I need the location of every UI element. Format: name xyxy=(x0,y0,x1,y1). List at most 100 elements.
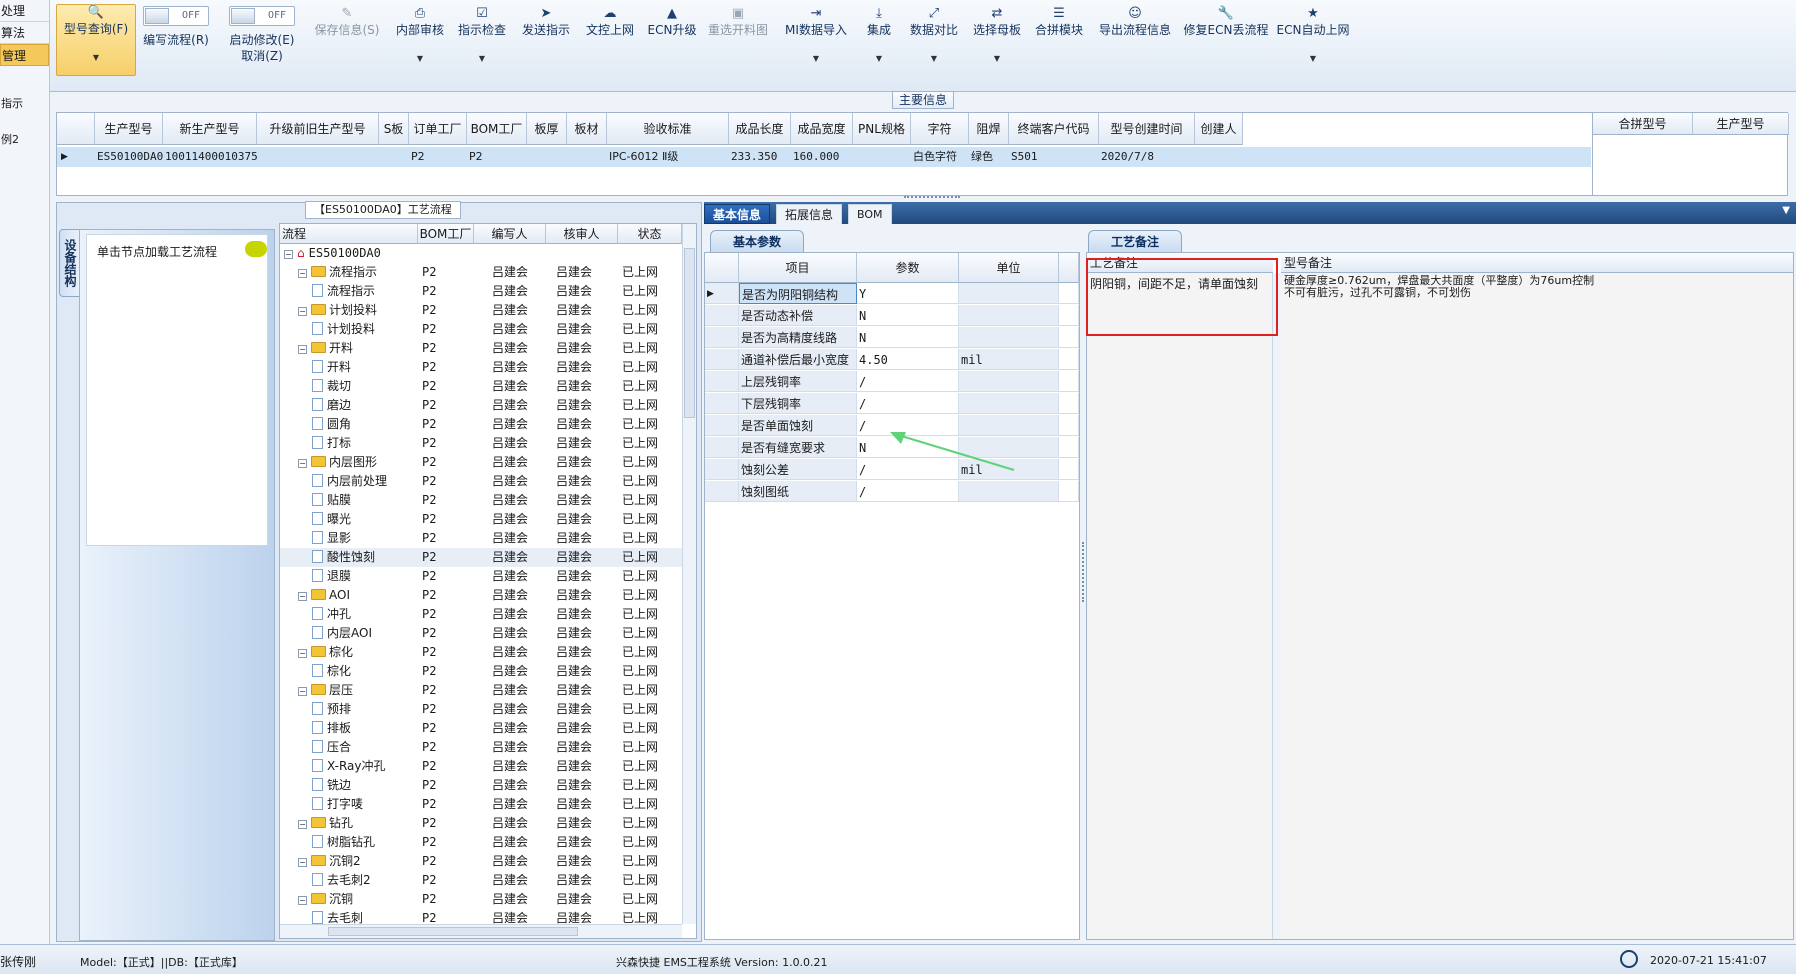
left-nav-sub-instruction[interactable]: 指示 xyxy=(0,96,49,112)
column-header-7[interactable]: 板材 xyxy=(567,113,607,145)
merge-module-button[interactable]: ☰ 合拼模块 xyxy=(1030,6,1088,76)
tab-menu-chevron-icon[interactable]: ▼ xyxy=(1782,205,1790,216)
collapse-icon[interactable]: − xyxy=(298,687,307,696)
param-unit-header[interactable]: 单位 xyxy=(959,253,1059,283)
tree-row[interactable]: 酸性蚀刻 P2 吕建会 吕建会 已上网 xyxy=(280,548,682,567)
model-note-text[interactable]: 硬金厚度≥0.762um，焊盘最大共面度（平整度）为76um控制 不可有脏污，过… xyxy=(1284,275,1784,299)
tree-row[interactable]: X-Ray冲孔 P2 吕建会 吕建会 已上网 xyxy=(280,757,682,776)
main-cell-7[interactable] xyxy=(567,147,607,167)
main-cell-4[interactable]: P2 xyxy=(409,147,467,167)
column-header-1[interactable]: 新生产型号 xyxy=(163,113,257,145)
column-header-6[interactable]: 板厚 xyxy=(527,113,567,145)
main-cell-1[interactable]: 10011400010375 xyxy=(163,147,257,167)
column-header-13[interactable]: 阻焊 xyxy=(969,113,1009,145)
tree-row[interactable]: 内层前处理 P2 吕建会 吕建会 已上网 xyxy=(280,472,682,491)
reviewer-header[interactable]: 核审人 xyxy=(546,224,618,244)
reselect-image-button[interactable]: ▣ 重选开料图 xyxy=(702,6,774,76)
collapse-icon[interactable]: − xyxy=(298,345,307,354)
main-cell-0[interactable]: ES50100DA0 xyxy=(95,147,163,167)
tree-row[interactable]: 去毛刺2 P2 吕建会 吕建会 已上网 xyxy=(280,871,682,890)
tree-hscroll-thumb[interactable] xyxy=(328,927,578,936)
writer-header[interactable]: 编写人 xyxy=(474,224,546,244)
save-info-button[interactable]: ✎ 保存信息(S) xyxy=(308,6,386,76)
tree-row[interactable]: 打字唛 P2 吕建会 吕建会 已上网 xyxy=(280,795,682,814)
tree-row[interactable]: 贴膜 P2 吕建会 吕建会 已上网 xyxy=(280,491,682,510)
left-nav-item-process[interactable]: 处理 xyxy=(0,0,49,22)
param-row[interactable]: 是否动态补偿 N xyxy=(705,305,1079,327)
tree-horizontal-scrollbar[interactable] xyxy=(280,924,682,938)
main-cell-16[interactable] xyxy=(1195,147,1243,167)
left-nav-sub-example[interactable]: 例2 xyxy=(0,132,49,148)
main-cell-9[interactable]: 233.350 xyxy=(729,147,791,167)
main-cell-5[interactable]: P2 xyxy=(467,147,527,167)
tree-row[interactable]: − ⌂ ES50100DA0 xyxy=(280,244,682,263)
collapse-icon[interactable]: − xyxy=(298,649,307,658)
tree-row[interactable]: 内层AOI P2 吕建会 吕建会 已上网 xyxy=(280,624,682,643)
tree-row[interactable]: − 棕化 P2 吕建会 吕建会 已上网 xyxy=(280,643,682,662)
tree-row[interactable]: 预排 P2 吕建会 吕建会 已上网 xyxy=(280,700,682,719)
bom-factory-header[interactable]: BOM工厂 xyxy=(418,224,474,244)
param-value[interactable]: N xyxy=(857,305,959,326)
collapse-icon[interactable]: − xyxy=(298,269,307,278)
param-row[interactable]: 上层残铜率 / xyxy=(705,371,1079,393)
flow-header[interactable]: 流程 xyxy=(280,224,418,244)
param-value[interactable]: N xyxy=(857,327,959,348)
tree-row[interactable]: − 钻孔 P2 吕建会 吕建会 已上网 xyxy=(280,814,682,833)
param-row[interactable]: 通道补偿后最小宽度 4.50 mil xyxy=(705,349,1079,371)
cancel-button[interactable]: 取消(Z) xyxy=(220,48,304,64)
param-row[interactable]: 下层残铜率 / xyxy=(705,393,1079,415)
production-model-header[interactable]: 生产型号 xyxy=(1693,113,1789,135)
tab-bom[interactable]: BOM xyxy=(848,204,892,224)
tree-row[interactable]: 打标 P2 吕建会 吕建会 已上网 xyxy=(280,434,682,453)
main-cell-12[interactable]: 白色字符 xyxy=(911,147,969,167)
tree-vertical-scrollbar[interactable] xyxy=(682,224,696,924)
ecn-upgrade-button[interactable]: ▲ ECN升级 xyxy=(644,6,700,76)
column-header-14[interactable]: 终端客户代码 xyxy=(1009,113,1099,145)
tree-row[interactable]: − 流程指示 P2 吕建会 吕建会 已上网 xyxy=(280,263,682,282)
column-header-16[interactable]: 创建人 xyxy=(1195,113,1243,145)
collapse-icon[interactable]: − xyxy=(298,307,307,316)
tree-row[interactable]: 开料 P2 吕建会 吕建会 已上网 xyxy=(280,358,682,377)
collapse-icon[interactable]: − xyxy=(298,896,307,905)
equipment-structure-tab[interactable]: 设备结构 xyxy=(59,229,81,297)
param-row[interactable]: 蚀刻图纸 / xyxy=(705,481,1079,503)
tree-row[interactable]: − 计划投料 P2 吕建会 吕建会 已上网 xyxy=(280,301,682,320)
ecn-auto-upload-button[interactable]: ★ ECN自动上网 ▼ xyxy=(1276,6,1350,76)
tree-row[interactable]: − 沉铜2 P2 吕建会 吕建会 已上网 xyxy=(280,852,682,871)
data-compare-button[interactable]: ⤢ 数据对比 ▼ xyxy=(904,6,964,76)
export-flow-button[interactable]: ☺ 导出流程信息 xyxy=(1092,6,1178,76)
main-cell-2[interactable] xyxy=(257,147,379,167)
tree-row[interactable]: 棕化 P2 吕建会 吕建会 已上网 xyxy=(280,662,682,681)
column-header-11[interactable]: PNL规格 xyxy=(853,113,911,145)
main-cell-11[interactable] xyxy=(853,147,911,167)
param-value[interactable]: Y xyxy=(857,283,959,304)
column-header-8[interactable]: 验收标准 xyxy=(607,113,729,145)
tree-row[interactable]: 裁切 P2 吕建会 吕建会 已上网 xyxy=(280,377,682,396)
instruction-check-button[interactable]: ☑ 指示检查 ▼ xyxy=(452,6,512,76)
tab-extended-info[interactable]: 拓展信息 xyxy=(776,204,843,224)
tree-row[interactable]: 树脂钻孔 P2 吕建会 吕建会 已上网 xyxy=(280,833,682,852)
main-cell-8[interactable]: IPC-6012 Ⅱ级 xyxy=(607,147,729,167)
main-cell-6[interactable] xyxy=(527,147,567,167)
column-header-15[interactable]: 型号创建时间 xyxy=(1099,113,1195,145)
collapse-icon[interactable]: − xyxy=(298,592,307,601)
start-modify-switch[interactable]: OFF xyxy=(229,6,295,26)
splitter-handle[interactable] xyxy=(904,196,960,200)
tree-row[interactable]: − AOI P2 吕建会 吕建会 已上网 xyxy=(280,586,682,605)
tree-row[interactable]: 铣边 P2 吕建会 吕建会 已上网 xyxy=(280,776,682,795)
repair-ecn-button[interactable]: 🔧 修复ECN丢流程 xyxy=(1180,6,1272,76)
integrate-button[interactable]: ⤓ 集成 ▼ xyxy=(856,6,902,76)
doc-upload-button[interactable]: ☁ 文控上网 xyxy=(580,6,640,76)
tree-scroll-thumb[interactable] xyxy=(684,248,695,418)
tree-row[interactable]: 排板 P2 吕建会 吕建会 已上网 xyxy=(280,719,682,738)
param-value[interactable]: / xyxy=(857,481,959,502)
tree-row[interactable]: 磨边 P2 吕建会 吕建会 已上网 xyxy=(280,396,682,415)
tree-row[interactable]: 曝光 P2 吕建会 吕建会 已上网 xyxy=(280,510,682,529)
param-value[interactable]: / xyxy=(857,393,959,414)
column-header-4[interactable]: 订单工厂 xyxy=(409,113,467,145)
tree-row[interactable]: 流程指示 P2 吕建会 吕建会 已上网 xyxy=(280,282,682,301)
collapse-icon[interactable]: − xyxy=(284,250,293,259)
left-nav-item-manage[interactable]: 管理 xyxy=(0,44,49,66)
column-header-10[interactable]: 成品宽度 xyxy=(791,113,853,145)
tree-row[interactable]: 显影 P2 吕建会 吕建会 已上网 xyxy=(280,529,682,548)
